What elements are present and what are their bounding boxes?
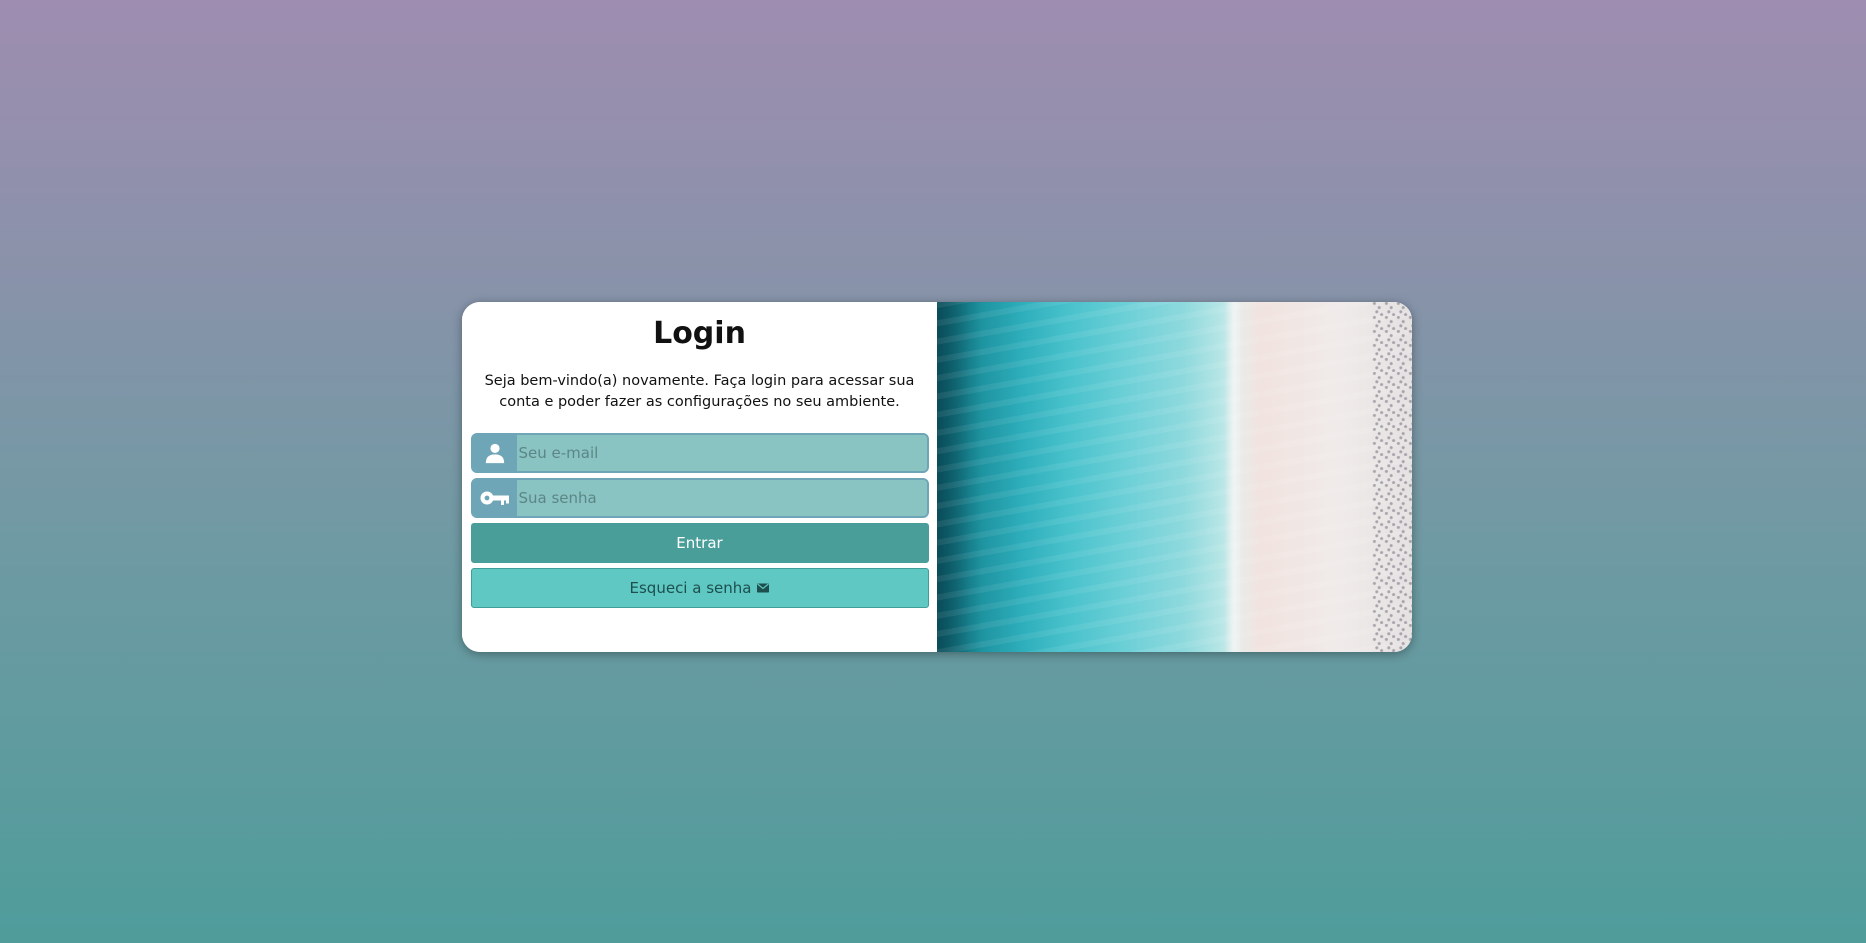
login-subtitle: Seja bem-vindo(a) novamente. Faça login … [484,373,915,410]
login-button-label: Entrar [676,534,723,552]
email-field-group [470,433,929,473]
forgot-password-label: Esqueci a senha [629,579,752,597]
login-button[interactable]: Entrar [470,523,929,563]
forgot-password-button[interactable]: Esqueci a senha [470,568,929,608]
login-form-panel: Login Seja bem-vindo(a) novamente. Faça … [462,302,937,652]
page-title: Login [653,316,746,351]
beach-aerial-image [937,302,1412,652]
envelope-icon [757,579,770,597]
image-ripples [937,302,1412,652]
password-input[interactable] [516,480,927,516]
key-icon [472,480,517,516]
user-icon [472,435,517,471]
password-field-group [470,478,929,518]
image-shoreline [1225,302,1243,652]
image-pebbles [1372,302,1412,652]
email-input[interactable] [516,435,927,471]
login-card: Login Seja bem-vindo(a) novamente. Faça … [462,302,1412,652]
